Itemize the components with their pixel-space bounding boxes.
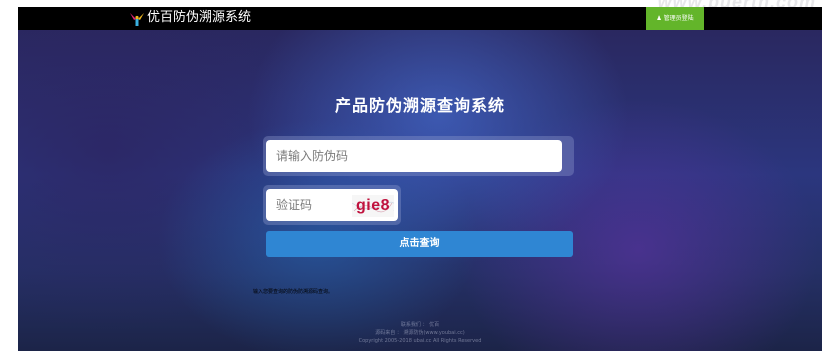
hint-text: 输入您要查询的防伪防溯源码查询。 — [253, 289, 334, 295]
query-button[interactable]: 点击查询 — [266, 231, 573, 257]
anti-counterfeit-code-input[interactable] — [266, 140, 562, 172]
footer-source: 源码来自 ： 溯源防伪(www.youbai.cc) — [375, 330, 465, 336]
browser-viewport: www.buerth.com 优百防伪溯源系统 ♟ 管理员登陆 产品防伪溯源查询… — [18, 0, 822, 351]
query-panel: 产品防伪溯源查询系统 gie8 点击查询 输入您要查询的防伪防溯源码查询。 联系… — [18, 30, 822, 351]
logo-icon — [130, 13, 144, 26]
app-title: 优百防伪溯源系统 — [147, 10, 252, 25]
captcha-image[interactable]: gie8 — [352, 195, 394, 217]
footer: 联系我们 ： 优百 源码来自 ： 溯源防伪(www.youbai.cc) Cop… — [18, 321, 822, 345]
captcha-field-wrapper: gie8 — [263, 185, 401, 225]
page-title: 产品防伪溯源查询系统 — [334, 96, 505, 115]
captcha-text: gie8 — [355, 197, 390, 214]
user-icon: ♟ — [656, 15, 662, 22]
top-bar: 优百防伪溯源系统 ♟ 管理员登陆 — [18, 7, 822, 30]
code-field-wrapper — [263, 136, 574, 176]
footer-copyright: Copyright 2005-2018 ubai.cc All Rights R… — [358, 338, 482, 344]
admin-login-label: 管理员登陆 — [663, 15, 694, 22]
admin-login-button[interactable]: ♟ 管理员登陆 — [646, 7, 704, 30]
footer-contact: 联系我们 ： 优百 — [400, 322, 440, 328]
